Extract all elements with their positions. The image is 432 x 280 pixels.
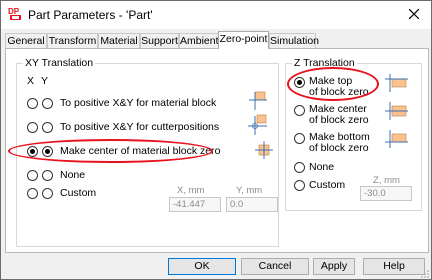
xy-translation-group: XY Translation X Y To positive X&Y for m… (16, 57, 279, 247)
xy-positive-cutter-x-radio[interactable] (27, 122, 38, 133)
center-block-icon (255, 141, 273, 159)
z-mm-label: Z, mm (373, 175, 400, 186)
ok-button[interactable]: OK (168, 258, 236, 275)
xy-custom-y-radio[interactable] (42, 188, 53, 199)
xy-none-x-radio[interactable] (27, 170, 38, 181)
z-bottom-line2: of block zero (309, 141, 369, 154)
dp-logo-icon: DP (8, 7, 21, 20)
resize-grip-icon[interactable] (420, 269, 430, 279)
z-top-radio[interactable] (294, 77, 305, 88)
z-top-label: Make top of block zero (309, 76, 369, 97)
xy-translation-title: XY Translation (23, 57, 96, 69)
xy-none-label: None (60, 169, 86, 181)
z-center-line2: of block zero (309, 113, 369, 126)
close-button[interactable] (399, 1, 431, 29)
xy-custom-x-radio[interactable] (27, 188, 38, 199)
y-offset-field[interactable]: 0.0 (226, 197, 278, 212)
xy-custom-label: Custom (60, 187, 97, 199)
xy-positive-cutter-label: To positive X&Y for cutterpositions (60, 121, 220, 133)
z-custom-label: Custom (309, 179, 346, 191)
dialog-window: DP Part Parameters - 'Part' General Tran… (0, 0, 432, 280)
z-translation-group: Z Translation Make top of block zero Mak… (285, 57, 422, 211)
z-offset-field[interactable]: -30.0 (360, 186, 412, 201)
z-center-radio[interactable] (294, 105, 305, 116)
xy-positive-cutter-y-radio[interactable] (42, 122, 53, 133)
help-button[interactable]: Help (363, 258, 425, 275)
tab-material[interactable]: Material (98, 33, 140, 48)
zero-point-panel: XY Translation X Y To positive X&Y for m… (5, 48, 429, 253)
tab-support[interactable]: Support (140, 33, 179, 48)
corner-block-icon (249, 91, 267, 110)
block-bottom-icon (385, 130, 408, 148)
x-offset-field[interactable]: -41.447 (169, 197, 221, 212)
z-bottom-radio[interactable] (294, 133, 305, 144)
title-bar[interactable]: DP Part Parameters - 'Part' (1, 1, 431, 29)
window-title: Part Parameters - 'Part' (28, 8, 153, 22)
z-none-label: None (309, 161, 335, 173)
tab-general[interactable]: General (5, 33, 47, 48)
tab-simulation[interactable]: Simulation (269, 33, 319, 48)
z-bottom-label: Make bottom of block zero (309, 132, 370, 153)
apply-button[interactable]: Apply (313, 258, 355, 275)
corner-cutter-icon (248, 114, 267, 135)
tab-transform[interactable]: Transform (47, 33, 98, 48)
xy-center-y-radio[interactable] (42, 146, 53, 157)
block-top-icon (385, 74, 408, 92)
y-mm-label: Y, mm (236, 185, 263, 196)
z-center-label: Make center of block zero (309, 104, 369, 125)
xy-positive-material-label: To positive X&Y for material block (60, 97, 217, 109)
z-none-radio[interactable] (294, 162, 305, 173)
xy-positive-material-x-radio[interactable] (27, 98, 38, 109)
tab-ambient[interactable]: Ambient (179, 33, 219, 48)
x-mm-label: X, mm (177, 185, 205, 196)
block-center-icon (385, 102, 408, 120)
column-y-label: Y (41, 75, 49, 87)
svg-text:DP: DP (8, 7, 20, 16)
z-translation-title: Z Translation (292, 57, 357, 69)
cancel-button[interactable]: Cancel (241, 258, 309, 275)
z-custom-radio[interactable] (294, 180, 305, 191)
column-x-label: X (27, 75, 35, 87)
xy-positive-material-y-radio[interactable] (42, 98, 53, 109)
z-top-line2: of block zero (309, 85, 369, 98)
xy-center-x-radio[interactable] (27, 146, 38, 157)
xy-none-y-radio[interactable] (42, 170, 53, 181)
tab-zero-point[interactable]: Zero-point (218, 31, 269, 49)
xy-center-label: Make center of material block zero (60, 145, 221, 157)
close-icon (409, 9, 419, 19)
